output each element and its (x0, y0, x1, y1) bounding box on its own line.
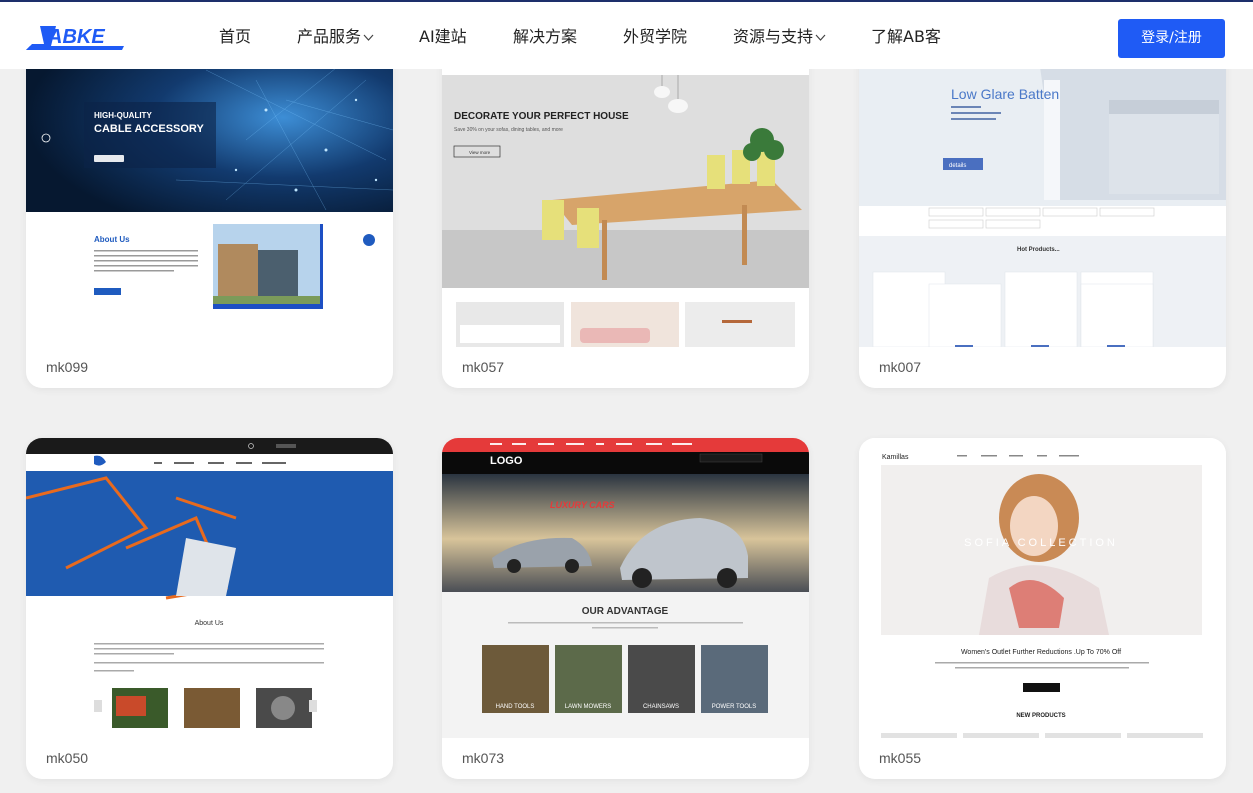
template-name: mk099 (46, 359, 89, 375)
svg-text:About Us: About Us (94, 235, 130, 244)
svg-text:Hot Products...: Hot Products... (1017, 247, 1060, 253)
nav-label: 解决方案 (513, 27, 578, 46)
template-preview-image: HIGH-QUALITY CABLE ACCESSORY About Us (26, 40, 393, 347)
nav-item-academy[interactable]: 外贸学院 (623, 26, 687, 48)
nav-label: 了解AB客 (871, 27, 941, 46)
svg-text:LUXURY CARS: LUXURY CARS (550, 500, 615, 510)
template-preview-image: Kamillas SOFIA COLLECTION Women's Outlet… (859, 438, 1226, 738)
template-name: mk055 (879, 750, 922, 766)
template-card-mk055[interactable]: Kamillas SOFIA COLLECTION Women's Outlet… (859, 438, 1226, 779)
svg-text:Women's Outlet Further Reducti: Women's Outlet Further Reductions .Up To… (961, 649, 1121, 656)
template-preview-image: LOGO LUXURY CARS OUR ADVANTAGE HAND TOOL… (442, 438, 809, 738)
nav-label: AI建站 (419, 27, 467, 46)
top-navigation-bar: ABKE 首页 产品服务 AI建站 解决方案 外贸学院 资源与支持 了解AB客 … (0, 0, 1253, 69)
svg-text:CABLE ACCESSORY: CABLE ACCESSORY (94, 123, 204, 135)
nav-item-ai-site[interactable]: AI建站 (419, 26, 467, 48)
template-name: mk050 (46, 750, 89, 766)
template-preview-image: About Us (26, 438, 393, 738)
template-preview-image: Low Glare Batten details Hot Products... (859, 40, 1226, 347)
svg-text:POWER TOOLS: POWER TOOLS (712, 704, 756, 710)
nav-item-solutions[interactable]: 解决方案 (513, 26, 577, 48)
svg-text:NEW PRODUCTS: NEW PRODUCTS (1016, 713, 1065, 719)
template-card-mk073[interactable]: LOGO LUXURY CARS OUR ADVANTAGE HAND TOOL… (442, 438, 809, 779)
template-name: mk007 (879, 359, 922, 375)
svg-text:HIGH-QUALITY: HIGH-QUALITY (94, 111, 152, 120)
template-preview-image: DECORATE YOUR PERFECT HOUSE Save 30% on … (442, 40, 809, 347)
svg-text:Kamillas: Kamillas (882, 454, 909, 461)
svg-text:CHAINSAWS: CHAINSAWS (643, 704, 679, 710)
nav-label: 产品服务 (297, 27, 362, 46)
svg-text:View more: View more (469, 150, 491, 155)
template-name: mk073 (462, 750, 505, 766)
svg-text:About Us: About Us (195, 620, 224, 627)
abke-logo[interactable]: ABKE (26, 24, 128, 52)
svg-text:OUR ADVANTAGE: OUR ADVANTAGE (582, 606, 669, 617)
svg-text:SOFIA COLLECTION: SOFIA COLLECTION (964, 537, 1118, 549)
template-card-mk057[interactable]: DECORATE YOUR PERFECT HOUSE Save 30% on … (442, 40, 809, 388)
svg-text:LAWN MOWERS: LAWN MOWERS (565, 704, 611, 710)
nav-label: 外贸学院 (623, 27, 688, 46)
nav-item-about[interactable]: 了解AB客 (871, 26, 941, 48)
nav-item-products[interactable]: 产品服务 (297, 26, 374, 48)
chevron-down-icon (363, 34, 374, 41)
chevron-down-icon (815, 34, 826, 41)
nav-item-resources[interactable]: 资源与支持 (733, 26, 826, 48)
svg-text:details: details (949, 163, 966, 169)
nav-label: 首页 (219, 27, 252, 46)
svg-text:LOGO: LOGO (490, 455, 523, 467)
nav-label: 资源与支持 (733, 27, 814, 46)
svg-text:DECORATE YOUR PERFECT HOUSE: DECORATE YOUR PERFECT HOUSE (454, 111, 629, 122)
login-register-button[interactable]: 登录/注册 (1118, 19, 1225, 58)
template-card-mk007[interactable]: Low Glare Batten details Hot Products...… (859, 40, 1226, 388)
svg-text:Save 30% on your sofas, dining: Save 30% on your sofas, dining tables, a… (454, 127, 563, 133)
svg-text:HAND TOOLS: HAND TOOLS (496, 704, 535, 710)
template-name: mk057 (462, 359, 505, 375)
svg-text:ABKE: ABKE (47, 26, 105, 48)
svg-text:Low Glare Batten: Low Glare Batten (951, 86, 1059, 102)
template-card-mk099[interactable]: HIGH-QUALITY CABLE ACCESSORY About Us mk… (26, 40, 393, 388)
nav-item-home[interactable]: 首页 (219, 26, 251, 48)
template-card-mk050[interactable]: About Us mk050 (26, 438, 393, 779)
